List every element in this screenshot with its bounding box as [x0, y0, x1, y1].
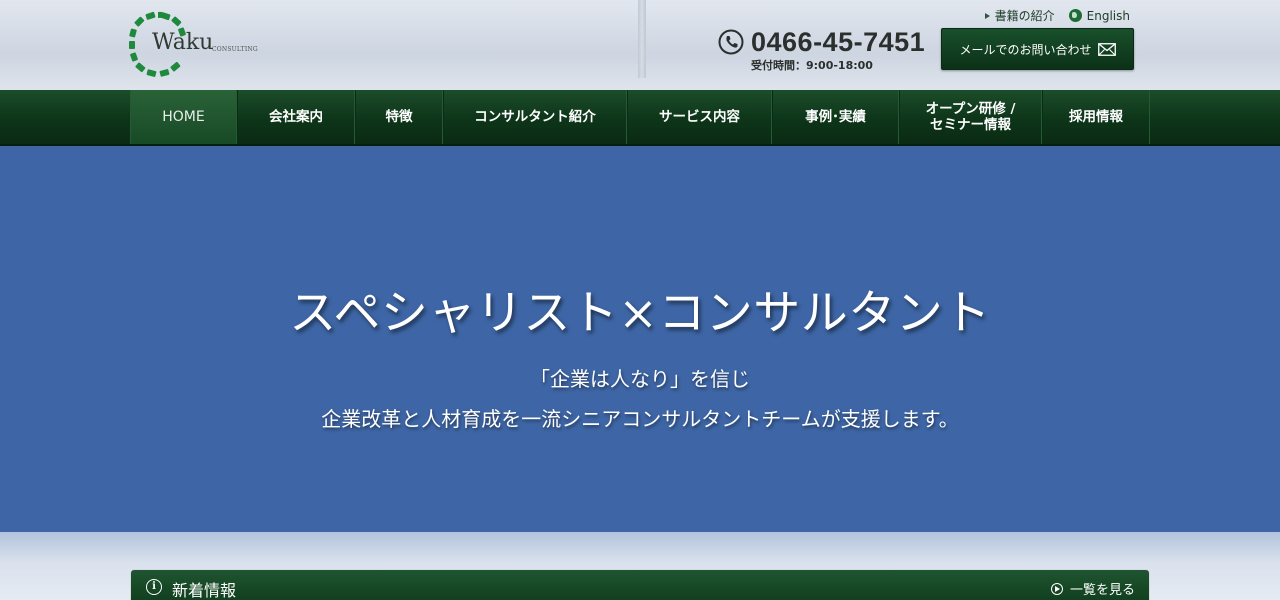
- header-decoration: [638, 0, 646, 78]
- nav-item-services[interactable]: サービス内容: [627, 90, 772, 144]
- globe-icon: [1068, 9, 1082, 22]
- nav-item-company[interactable]: 会社案内: [237, 90, 355, 144]
- hero-subtitle-line1: 「企業は人なり」を信じ: [530, 367, 750, 391]
- english-link[interactable]: English: [1068, 8, 1130, 23]
- nav-item-label: HOME: [162, 108, 205, 125]
- nav-item-label: 会社案内: [269, 108, 323, 125]
- arrow-right-icon: [984, 12, 990, 19]
- news-title: 新着情報: [172, 581, 237, 600]
- play-circle-icon: [1050, 582, 1063, 595]
- main-nav: HOME 会社案内 特徴 コンサルタント紹介 サービス内容 事例･実績 オープン…: [0, 90, 1280, 146]
- nav-item-recruit[interactable]: 採用情報: [1042, 90, 1150, 144]
- news-header: i 新着情報 一覧を見る: [130, 569, 1150, 600]
- nav-item-label: サービス内容: [659, 108, 740, 125]
- hero-banner: スペシャリスト×コンサルタント 「企業は人なり」を信じ 企業改革と人材育成を一流…: [0, 146, 1280, 532]
- nav-item-features[interactable]: 特徴: [355, 90, 443, 144]
- phone-contact: 0466-45-7451 受付時間：9:00-18:00: [718, 27, 928, 75]
- mail-contact-label: メールでのお問い合わせ: [959, 42, 1092, 57]
- envelope-icon: [1097, 42, 1116, 56]
- top-links: 書籍の紹介 English: [984, 7, 1130, 24]
- nav-item-label-line2: セミナー情報: [930, 117, 1011, 133]
- hero-subtitle-line2: 企業改革と人材育成を一流シニアコンサルタントチームが支援します。: [321, 407, 959, 431]
- business-hours: 受付時間：9:00-18:00: [751, 59, 873, 72]
- nav-item-home[interactable]: HOME: [130, 90, 237, 144]
- nav-item-label: コンサルタント紹介: [474, 108, 596, 125]
- phone-number[interactable]: 0466-45-7451: [751, 27, 925, 58]
- nav-list: HOME 会社案内 特徴 コンサルタント紹介 サービス内容 事例･実績 オープン…: [130, 90, 1150, 144]
- nav-item-consultants[interactable]: コンサルタント紹介: [443, 90, 627, 144]
- english-link-label: English: [1086, 8, 1130, 23]
- logo-subtitle: CONSULTING: [212, 46, 258, 53]
- nav-item-label: 事例･実績: [805, 108, 866, 125]
- nav-item-label: 特徴: [385, 108, 413, 125]
- news-more-link[interactable]: 一覧を見る: [1050, 579, 1135, 598]
- info-icon: i: [146, 579, 162, 595]
- nav-item-label: 採用情報: [1069, 108, 1123, 125]
- books-link-label: 書籍の紹介: [994, 9, 1055, 23]
- hero-title: スペシャリスト×コンサルタント: [289, 286, 991, 341]
- logo[interactable]: Waku CONSULTING: [128, 10, 268, 78]
- logo-wordmark: Waku: [152, 30, 214, 55]
- mail-contact-button[interactable]: メールでのお問い合わせ: [941, 28, 1134, 70]
- phone-icon: [718, 29, 744, 55]
- news-more-label: 一覧を見る: [1069, 583, 1135, 598]
- nav-item-label-line1: オープン研修 /: [925, 100, 1016, 117]
- site-header: Waku CONSULTING 書籍の紹介 English 0466-45-74…: [0, 0, 1280, 90]
- nav-item-cases[interactable]: 事例･実績: [772, 90, 899, 144]
- books-link[interactable]: 書籍の紹介: [984, 7, 1055, 24]
- nav-item-seminars[interactable]: オープン研修 / セミナー情報: [899, 90, 1042, 144]
